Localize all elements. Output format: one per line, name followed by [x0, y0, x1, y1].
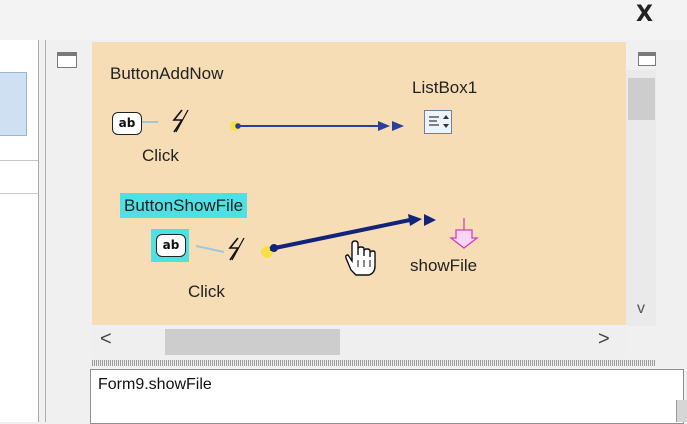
selection-name-text: Form9.showFile [98, 376, 212, 393]
scroll-left-icon[interactable]: < [100, 328, 122, 354]
scroll-right-icon[interactable]: > [598, 328, 620, 354]
lightning-event-icon[interactable] [172, 109, 189, 133]
left-panel-field[interactable] [0, 160, 38, 194]
close-icon[interactable]: X [636, 2, 653, 27]
method-pin-icon[interactable] [449, 218, 479, 249]
lightning-event-icon[interactable] [228, 237, 245, 261]
window-edge [676, 400, 687, 422]
title-bar [0, 0, 687, 40]
event-wiring-canvas[interactable]: ButtonAddNow ab Click ListBox1 ButtonSho… [92, 42, 626, 325]
scroll-down-icon[interactable]: v [631, 300, 651, 322]
horizontal-scrollbar-thumb[interactable] [165, 329, 340, 355]
wire-click-to-showfile [269, 218, 411, 251]
wire-layer [142, 109, 479, 276]
resize-handle-icon[interactable] [57, 52, 77, 68]
vertical-scrollbar-thumb[interactable] [628, 78, 655, 120]
left-panel-tab[interactable] [0, 72, 27, 136]
panel-splitter[interactable] [92, 360, 656, 366]
hand-cursor-icon [345, 240, 376, 276]
maximize-handle-icon[interactable] [638, 52, 656, 66]
